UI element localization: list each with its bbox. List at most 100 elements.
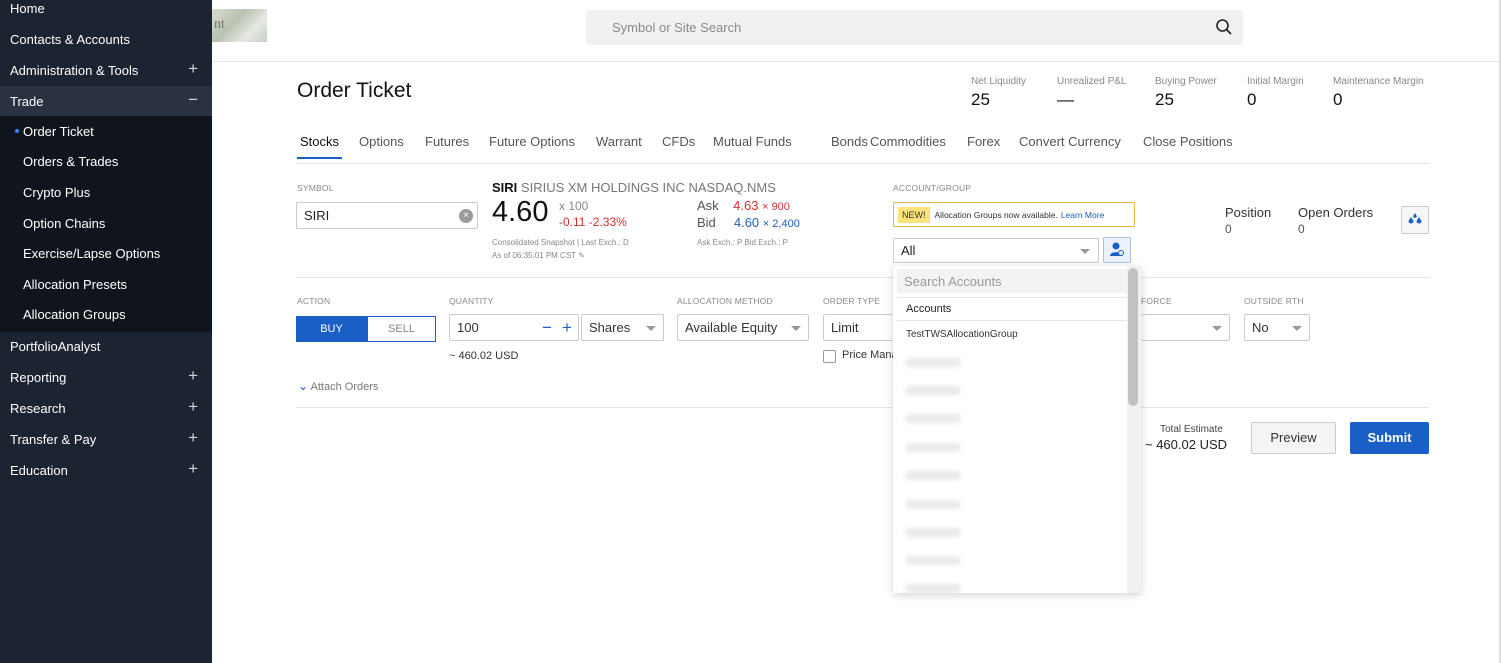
account-select[interactable]: All xyxy=(893,238,1099,263)
buy-button[interactable]: BUY xyxy=(296,316,367,342)
position-label: Position xyxy=(1225,205,1272,220)
attach-orders-toggle[interactable]: ⌄ Attach Orders xyxy=(298,379,378,393)
price-manage-label: Price Mana xyxy=(842,349,898,361)
tab-bonds[interactable]: Bonds xyxy=(828,134,871,157)
order-type-select[interactable]: Limit xyxy=(823,314,893,341)
refresh-icon[interactable]: ✎ xyxy=(578,251,585,260)
quantity-stepper[interactable]: 100 − + xyxy=(449,314,579,341)
new-badge: NEW! xyxy=(898,206,930,223)
dropdown-scroll-thumb[interactable] xyxy=(1128,268,1138,406)
tab-close-positions[interactable]: Close Positions xyxy=(1140,134,1236,157)
ask-size: × 900 xyxy=(762,201,790,213)
plus-icon[interactable]: + xyxy=(562,318,572,338)
search-icon[interactable] xyxy=(1215,18,1233,36)
account-search-input[interactable] xyxy=(897,269,1127,293)
tab-commodities[interactable]: Commodities xyxy=(867,134,949,157)
nav-contacts-accounts[interactable]: Contacts & Accounts xyxy=(0,24,212,54)
learn-more-link[interactable]: Learn More xyxy=(1061,210,1104,220)
account-selected: All xyxy=(901,243,916,258)
search-input[interactable] xyxy=(586,10,1206,45)
tab-forex[interactable]: Forex xyxy=(964,134,1003,157)
bid-quote: Bid 4.60 × 2,400 xyxy=(697,215,800,230)
expand-icon[interactable]: + xyxy=(188,428,198,448)
blurred-account-option[interactable] xyxy=(905,500,961,509)
sub-label: Order Ticket xyxy=(23,123,94,139)
blurred-account-option[interactable] xyxy=(905,584,961,593)
account-option[interactable]: TestTWSAllocationGroup xyxy=(906,329,1018,340)
blurred-account-option[interactable] xyxy=(905,358,961,367)
logo[interactable]: nt xyxy=(212,9,267,42)
clear-icon[interactable]: × xyxy=(459,209,473,223)
sub-orders-trades[interactable]: Orders & Trades xyxy=(0,146,212,176)
expand-icon[interactable]: + xyxy=(188,59,198,79)
as-of-text: As of 06:35:01 PM CST xyxy=(492,251,576,260)
sub-order-ticket[interactable]: Order Ticket xyxy=(0,116,212,146)
outside-rth-value: No xyxy=(1252,320,1269,335)
preview-button[interactable]: Preview xyxy=(1251,422,1336,454)
tab-options[interactable]: Options xyxy=(356,134,407,157)
price-manage-checkbox[interactable] xyxy=(823,350,836,363)
metric-label: Unrealized P&L xyxy=(1057,76,1127,87)
expand-icon[interactable]: + xyxy=(188,397,198,417)
blurred-account-option[interactable] xyxy=(905,528,961,537)
tab-future-options[interactable]: Future Options xyxy=(486,134,578,157)
sub-exercise-lapse[interactable]: Exercise/Lapse Options xyxy=(0,238,212,268)
sub-allocation-presets[interactable]: Allocation Presets xyxy=(0,269,212,299)
blurred-account-option[interactable] xyxy=(905,386,961,395)
blurred-account-option[interactable] xyxy=(905,443,961,452)
account-dropdown: Accounts TestTWSAllocationGroup xyxy=(893,266,1141,593)
ask-label: Ask xyxy=(697,198,719,213)
tab-warrant[interactable]: Warrant xyxy=(593,134,645,157)
unit-select[interactable]: Shares xyxy=(581,314,664,341)
nav-home[interactable]: Home xyxy=(0,0,212,23)
chart-button[interactable] xyxy=(1401,206,1429,234)
outside-rth-label: OUTSIDE RTH xyxy=(1244,296,1304,306)
nav-label: Reporting xyxy=(10,369,67,385)
nav-administration-tools[interactable]: Administration & Tools + xyxy=(0,55,212,85)
sub-allocation-groups[interactable]: Allocation Groups xyxy=(0,299,212,329)
tab-mutual-funds[interactable]: Mutual Funds xyxy=(710,134,795,157)
expand-icon[interactable]: + xyxy=(188,366,198,386)
ask-quote: Ask 4.63 × 900 xyxy=(697,198,790,213)
blurred-account-option[interactable] xyxy=(905,414,961,423)
metric-value: 25 xyxy=(971,90,990,109)
nav-education[interactable]: Education + xyxy=(0,455,212,485)
nav-transfer-pay[interactable]: Transfer & Pay + xyxy=(0,424,212,454)
sub-crypto-plus[interactable]: Crypto Plus xyxy=(0,177,212,207)
drops-icon xyxy=(1408,213,1422,224)
nav-reporting[interactable]: Reporting + xyxy=(0,362,212,392)
symbol-input[interactable]: SIRI × xyxy=(296,202,478,229)
metric-label: Initial Margin xyxy=(1247,76,1304,87)
outside-rth-select[interactable]: No xyxy=(1244,314,1310,341)
account-picker-button[interactable] xyxy=(1103,237,1131,263)
multiplier: x 100 xyxy=(559,199,589,213)
nav-research[interactable]: Research + xyxy=(0,393,212,423)
expand-icon[interactable]: + xyxy=(188,459,198,479)
allocation-method-select[interactable]: Available Equity xyxy=(677,314,809,341)
nav-label: Education xyxy=(10,462,68,478)
time-in-force-select[interactable] xyxy=(1141,314,1230,341)
ask-price: 4.63 xyxy=(733,198,759,213)
nav-portfolioanalyst[interactable]: PortfolioAnalyst xyxy=(0,331,212,361)
minus-icon[interactable]: − xyxy=(542,318,552,338)
sub-label: Exercise/Lapse Options xyxy=(23,245,161,261)
tab-stocks[interactable]: Stocks xyxy=(297,134,343,159)
tab-convert-currency[interactable]: Convert Currency xyxy=(1016,134,1124,157)
collapse-icon[interactable]: − xyxy=(188,90,198,110)
submit-button[interactable]: Submit xyxy=(1350,422,1429,454)
nav-trade[interactable]: Trade − xyxy=(0,86,212,116)
sub-label: Allocation Groups xyxy=(23,306,126,322)
nav-label: Transfer & Pay xyxy=(10,431,97,447)
ask-size-value: 900 xyxy=(771,201,790,213)
tab-futures[interactable]: Futures xyxy=(422,134,472,157)
tab-cfds[interactable]: CFDs xyxy=(659,134,698,157)
metric-buying-power: Buying Power 25 xyxy=(1155,76,1217,110)
size-separator: × xyxy=(762,218,770,230)
bid-price: 4.60 xyxy=(733,215,760,230)
open-orders-label: Open Orders xyxy=(1298,205,1374,220)
metric-label: Buying Power xyxy=(1155,76,1217,87)
blurred-account-option[interactable] xyxy=(905,556,961,565)
blurred-account-option[interactable] xyxy=(905,471,961,480)
sell-button[interactable]: SELL xyxy=(367,316,436,342)
sub-option-chains[interactable]: Option Chains xyxy=(0,208,212,238)
